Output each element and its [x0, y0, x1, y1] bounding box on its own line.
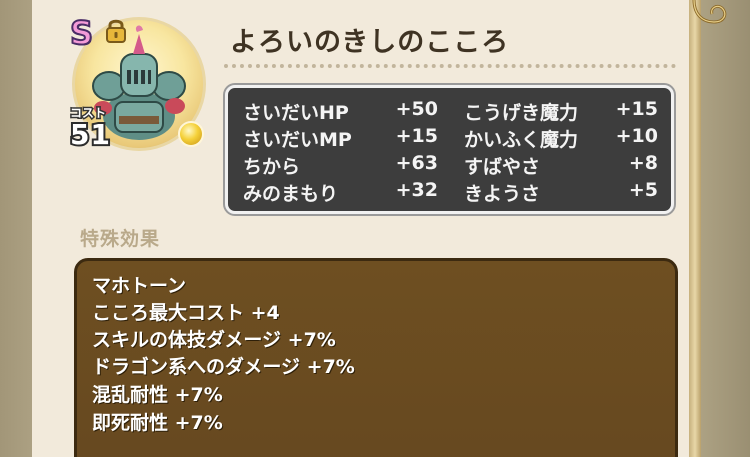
stat-value: +32 [395, 179, 438, 201]
stat-value: +63 [395, 152, 438, 174]
stat-value: +5 [628, 179, 658, 201]
special-effects-heading: 特殊効果 [80, 228, 161, 250]
heart-name-title: よろいのきしのこころ [230, 27, 510, 58]
lock-icon [106, 19, 126, 43]
stat-label: ちから [243, 156, 301, 178]
screen: S コスト 51 よろいのきしのこころ さいだいHP +50 さいだいMP +1… [0, 0, 750, 457]
stat-value: +10 [615, 125, 658, 147]
stat-label: すばやさ [464, 156, 541, 178]
cost-value: 51 [68, 116, 112, 153]
stat-value: +15 [615, 98, 658, 120]
stat-value: +15 [395, 125, 438, 147]
stat-value: +50 [395, 98, 438, 120]
stat-value: +8 [628, 152, 658, 174]
corner-ornament-icon [692, 0, 727, 24]
panel-frame-border [689, 0, 701, 457]
effect-item: 即死耐性 +7% [92, 412, 223, 434]
stats-box: さいだいHP +50 さいだいMP +15 ちから +63 みのまもり +32 … [225, 85, 674, 214]
effect-item: 混乱耐性 +7% [92, 384, 223, 406]
rank-badge: S [69, 13, 94, 53]
stat-label: かいふく魔力 [464, 129, 579, 151]
stat-label: さいだいHP [243, 102, 349, 124]
gold-coin-icon [178, 121, 204, 147]
dotted-divider [224, 64, 676, 68]
stat-label: みのまもり [243, 183, 339, 205]
stat-label: きようさ [464, 183, 541, 205]
stat-label: さいだいMP [243, 129, 352, 151]
stat-label: こうげき魔力 [464, 102, 579, 124]
effect-item: ドラゴン系へのダメージ +7% [92, 356, 355, 378]
effect-item: マホトーン [92, 275, 187, 297]
effect-item: こころ最大コスト +4 [92, 302, 280, 324]
effect-item: スキルの体技ダメージ +7% [92, 329, 336, 351]
